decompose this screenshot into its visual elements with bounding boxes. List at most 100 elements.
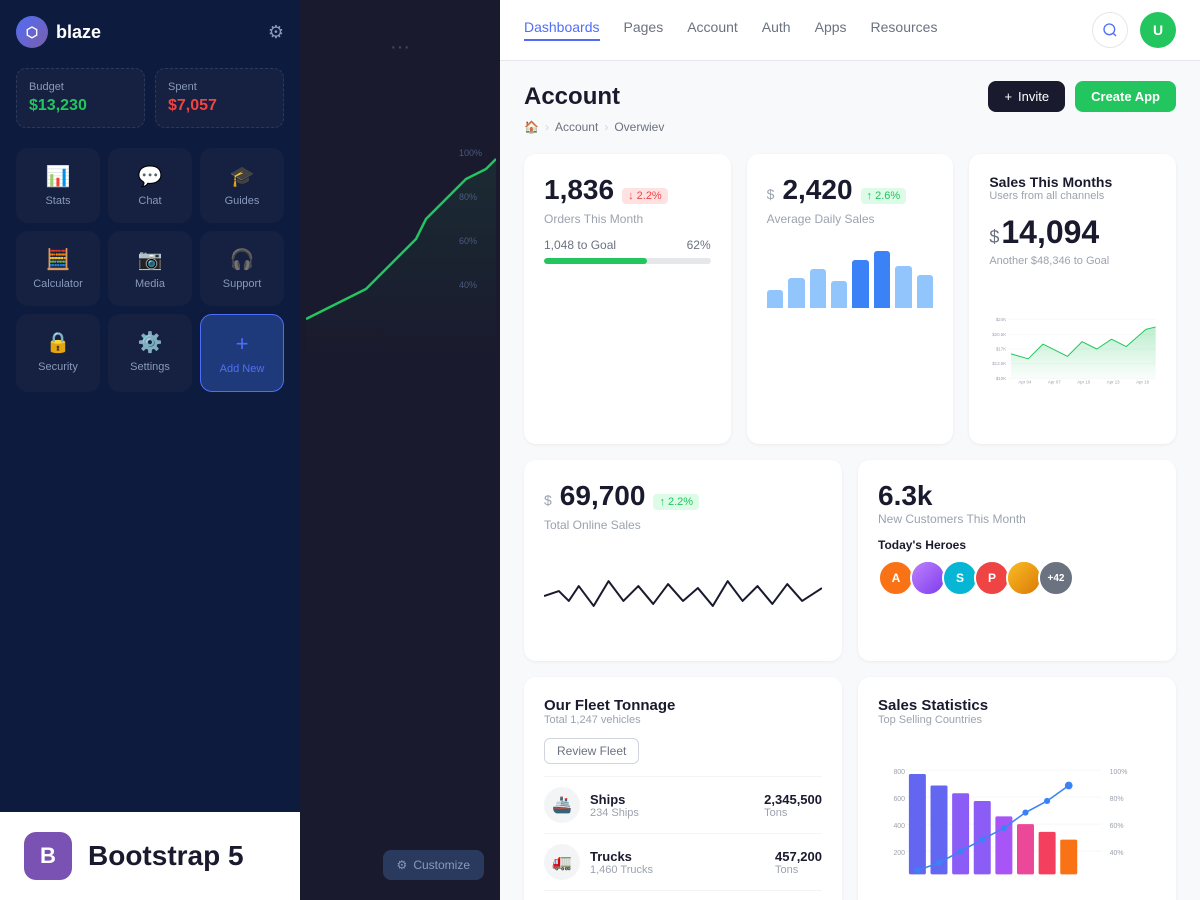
nav-grid: 📊 Stats 💬 Chat 🎓 Guides 🧮 Calculator 📷 M… xyxy=(16,148,284,392)
svg-text:$17K: $17K xyxy=(996,346,1006,351)
main-wrapper: ··· 100% 80% 60% 40% xyxy=(300,0,1200,900)
wavy-chart-svg xyxy=(544,556,822,636)
invite-icon: + xyxy=(1004,89,1012,104)
fleet-subtitle: Total 1,247 vehicles xyxy=(544,714,822,726)
sidebar-item-add-new[interactable]: + Add New xyxy=(200,314,284,392)
page-title: Account xyxy=(524,83,620,111)
sales-sub-text: Another $48,346 to Goal xyxy=(989,255,1156,267)
daily-sales-label: Average Daily Sales xyxy=(767,212,934,226)
svg-text:60%: 60% xyxy=(1110,823,1124,830)
fleet-title: Our Fleet Tonnage xyxy=(544,697,822,714)
sidebar-item-stats[interactable]: 📊 Stats xyxy=(16,148,100,223)
svg-text:80%: 80% xyxy=(1110,796,1124,803)
online-value: 69,700 xyxy=(560,480,646,512)
top-nav-right: U xyxy=(1092,12,1176,48)
svg-text:100%: 100% xyxy=(1110,769,1128,776)
sidebar-item-media[interactable]: 📷 Media xyxy=(108,231,192,306)
orders-value: 1,836 xyxy=(544,174,614,206)
sidebar-menu-icon[interactable]: ⚙ xyxy=(268,22,284,43)
spent-value: $7,057 xyxy=(168,97,271,115)
breadcrumb-account[interactable]: Account xyxy=(555,120,598,134)
trucks-sub: 1,460 Trucks xyxy=(590,864,653,876)
bar-country-8 xyxy=(1060,840,1077,875)
top-nav: Dashboards Pages Account Auth Apps Resou… xyxy=(500,0,1200,61)
svg-text:800: 800 xyxy=(893,769,905,776)
fleet-planes-row: ✈️ Planes 8 Aircrafts 1,240 Tons xyxy=(544,890,822,900)
calculator-icon: 🧮 xyxy=(46,247,71,272)
bar-country-7 xyxy=(1039,832,1056,874)
tab-resources[interactable]: Resources xyxy=(871,19,938,41)
tab-account[interactable]: Account xyxy=(687,19,738,41)
trucks-icon: 🚛 xyxy=(544,844,580,880)
fleet-ships-row: 🚢 Ships 234 Ships 2,345,500 Tons xyxy=(544,776,822,833)
guides-icon: 🎓 xyxy=(230,164,255,189)
user-avatar[interactable]: U xyxy=(1140,12,1176,48)
logo-area: ⬡ blaze xyxy=(16,16,101,48)
sales-month-card: Sales This Months Users from all channel… xyxy=(969,154,1176,444)
add-new-label: Add New xyxy=(220,363,265,375)
tab-apps[interactable]: Apps xyxy=(815,19,847,41)
bootstrap-icon: B xyxy=(24,832,72,880)
sales-stats-svg: 800 600 400 200 xyxy=(878,738,1156,900)
settings-icon: ⚙️ xyxy=(138,330,163,355)
svg-text:40%: 40% xyxy=(1110,850,1124,857)
search-button[interactable] xyxy=(1092,12,1128,48)
sales-month-title: Sales This Months xyxy=(989,174,1156,190)
security-icon: 🔒 xyxy=(46,330,71,355)
hero-5 xyxy=(1006,560,1042,596)
bar-4 xyxy=(831,281,847,308)
bar-6 xyxy=(874,251,890,308)
logo-icon: ⬡ xyxy=(16,16,48,48)
invite-label: Invite xyxy=(1018,89,1049,104)
page-header: Account + Invite Create App xyxy=(524,81,1176,112)
breadcrumb-overview: Overwiev xyxy=(614,120,664,134)
chat-label: Chat xyxy=(138,195,161,207)
daily-sales-change: ↑ 2.6% xyxy=(861,188,907,204)
sidebar-item-support[interactable]: 🎧 Support xyxy=(200,231,284,306)
hero-2 xyxy=(910,560,946,596)
orders-label: Orders This Month xyxy=(544,212,711,226)
daily-sales-value: 2,420 xyxy=(782,174,852,206)
bootstrap-label: Bootstrap 5 xyxy=(88,840,244,872)
sidebar-item-guides[interactable]: 🎓 Guides xyxy=(200,148,284,223)
search-icon xyxy=(1102,22,1118,38)
sidebar-item-security[interactable]: 🔒 Security xyxy=(16,314,100,392)
tab-dashboards[interactable]: Dashboards xyxy=(524,19,600,41)
security-label: Security xyxy=(38,361,78,373)
bar-5 xyxy=(852,260,868,308)
goal-pct: 62% xyxy=(687,238,711,252)
tab-pages[interactable]: Pages xyxy=(624,19,664,41)
online-prefix: $ xyxy=(544,492,552,508)
breadcrumb: 🏠 › Account › Overwiev xyxy=(524,120,1176,134)
review-fleet-button[interactable]: Review Fleet xyxy=(544,738,639,764)
sidebar-item-calculator[interactable]: 🧮 Calculator xyxy=(16,231,100,306)
customers-label: New Customers This Month xyxy=(878,512,1156,526)
svg-text:600: 600 xyxy=(893,796,905,803)
bar-country-3 xyxy=(952,793,969,874)
new-customers-card: 6.3k New Customers This Month Today's He… xyxy=(858,460,1176,661)
customize-button[interactable]: ⚙ Customize xyxy=(383,850,484,880)
sidebar-item-settings[interactable]: ⚙️ Settings xyxy=(108,314,192,392)
create-app-button[interactable]: Create App xyxy=(1075,81,1176,112)
sales-stats-sub: Top Selling Countries xyxy=(878,714,1156,726)
invite-button[interactable]: + Invite xyxy=(988,81,1065,112)
svg-text:400: 400 xyxy=(893,823,905,830)
svg-text:200: 200 xyxy=(893,850,905,857)
tab-auth[interactable]: Auth xyxy=(762,19,791,41)
trucks-value: 457,200 xyxy=(775,849,822,864)
sidebar-item-chat[interactable]: 💬 Chat xyxy=(108,148,192,223)
y-axis-labels: 100% 80% 60% 40% xyxy=(459,131,482,307)
svg-text:Apr 16: Apr 16 xyxy=(1136,379,1150,384)
sales-stats-card: Sales Statistics Top Selling Countries 8… xyxy=(858,677,1176,900)
bootstrap-badge: B Bootstrap 5 xyxy=(0,812,300,900)
stats-icon: 📊 xyxy=(46,164,71,189)
support-label: Support xyxy=(223,278,262,290)
customers-value: 6.3k xyxy=(878,480,933,511)
ships-sub: 234 Ships xyxy=(590,807,639,819)
sales-chart-svg: $24K $20.5K $17K $13.5K $10K Apr 04 Apr … xyxy=(989,279,1156,419)
chat-icon: 💬 xyxy=(138,164,163,189)
trucks-unit: Tons xyxy=(775,864,822,876)
budget-row: Budget $13,230 Spent $7,057 xyxy=(16,68,284,128)
fleet-card: Our Fleet Tonnage Total 1,247 vehicles R… xyxy=(524,677,842,900)
sales-stats-title: Sales Statistics xyxy=(878,697,1156,714)
